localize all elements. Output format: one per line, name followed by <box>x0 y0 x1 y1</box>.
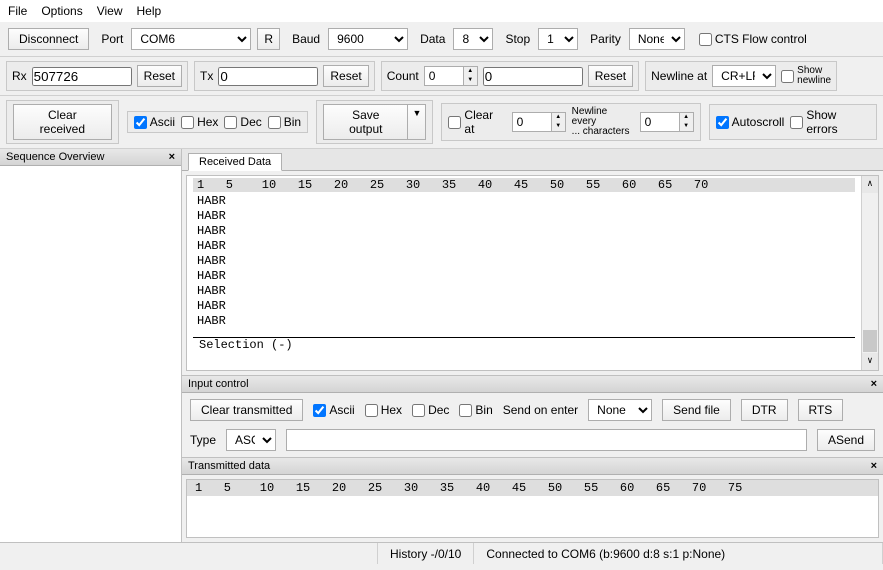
data-select[interactable]: 8 <box>453 28 493 50</box>
main-area: Sequence Overview × Received Data 1 5 10… <box>0 149 883 542</box>
rx-reset-button[interactable]: Reset <box>137 65 182 87</box>
menu-help[interactable]: Help <box>137 4 162 18</box>
close-tx-button[interactable]: × <box>871 460 877 472</box>
menu-options[interactable]: Options <box>41 4 82 18</box>
rx-bin-checkbox[interactable]: Bin <box>268 115 301 129</box>
port-label: Port <box>101 32 123 46</box>
status-history: History -/0/10 <box>378 543 474 564</box>
cts-flow-checkbox[interactable]: CTS Flow control <box>699 32 807 46</box>
newline-group: Newline at CR+LF Show newline <box>645 61 837 91</box>
spin-down-icon: ▼ <box>464 76 477 85</box>
reconnect-button[interactable]: R <box>257 28 280 50</box>
scroll-up-icon: ∧ <box>862 176 878 193</box>
newline-at-select[interactable]: CR+LF <box>712 65 776 87</box>
newline-every-spinner[interactable]: ▲▼ <box>640 112 694 132</box>
rx-group: Rx Reset <box>6 61 188 91</box>
stop-select[interactable]: 1 <box>538 28 578 50</box>
sequence-overview-body <box>0 166 181 542</box>
baud-label: Baud <box>292 32 320 46</box>
tab-received-data[interactable]: Received Data <box>188 153 282 171</box>
count-reset-button[interactable]: Reset <box>588 65 633 87</box>
clear-transmitted-button[interactable]: Clear transmitted <box>190 399 303 421</box>
counters-row: Rx Reset Tx Reset Count ▲▼ Reset Newline… <box>0 57 883 96</box>
stop-label: Stop <box>505 32 530 46</box>
tx-label: Tx <box>200 69 213 83</box>
send-on-enter-select[interactable]: None <box>588 399 652 421</box>
dtr-button[interactable]: DTR <box>741 399 788 421</box>
show-newline-checkbox[interactable]: Show newline <box>781 66 831 86</box>
type-label: Type <box>190 433 216 447</box>
transmitted-title: Transmitted data <box>188 460 270 472</box>
tx-dec-checkbox[interactable]: Dec <box>412 403 449 417</box>
transmitted-panel: Transmitted data × 1 5 10 15 20 25 30 35… <box>182 458 883 542</box>
received-ruler: 1 5 10 15 20 25 30 35 40 45 50 55 60 65 … <box>193 178 855 192</box>
newline-every-label: Newline every ... characters <box>572 107 634 137</box>
close-sidebar-button[interactable]: × <box>169 151 175 163</box>
tx-ascii-checkbox[interactable]: Ascii <box>313 403 354 417</box>
parity-select[interactable]: None <box>629 28 685 50</box>
tx-hex-checkbox[interactable]: Hex <box>365 403 402 417</box>
port-select[interactable]: COM6 <box>131 28 251 50</box>
count-field <box>483 67 583 86</box>
rx-hex-checkbox[interactable]: Hex <box>181 115 218 129</box>
send-on-enter-label: Send on enter <box>503 403 578 417</box>
input-control-panel: Input control × Clear transmitted Ascii … <box>182 376 883 458</box>
parity-label: Parity <box>590 32 621 46</box>
received-scrollbar[interactable]: ∧ ∨ <box>861 176 878 370</box>
count-spinner[interactable]: ▲▼ <box>424 66 478 86</box>
autoscroll-checkbox[interactable]: Autoscroll <box>716 115 785 129</box>
sequence-overview-panel: Sequence Overview × <box>0 149 182 542</box>
send-input[interactable] <box>286 429 807 451</box>
tx-ruler: 1 5 10 15 20 25 30 35 40 45 50 55 60 65 … <box>187 480 878 496</box>
received-lines: HABR HABR HABR HABR HABR HABR HABR HABR … <box>193 192 855 331</box>
status-bar: History -/0/10 Connected to COM6 (b:9600… <box>0 542 883 564</box>
clear-at-checkbox[interactable]: Clear at <box>448 108 505 136</box>
scroll-down-icon: ∨ <box>862 353 878 370</box>
rx-ascii-checkbox[interactable]: Ascii <box>134 115 175 129</box>
tx-lines <box>187 496 878 530</box>
asend-button[interactable]: ASend <box>817 429 875 451</box>
data-label: Data <box>420 32 445 46</box>
tx-reset-button[interactable]: Reset <box>323 65 368 87</box>
menu-file[interactable]: File <box>8 4 27 18</box>
send-file-button[interactable]: Send file <box>662 399 731 421</box>
save-output-button[interactable]: Save output▼ <box>323 104 426 140</box>
options-row: Clear received Ascii Hex Dec Bin Save ou… <box>0 96 883 149</box>
sequence-overview-title: Sequence Overview <box>6 151 104 163</box>
show-errors-checkbox[interactable]: Show errors <box>790 108 870 136</box>
close-input-button[interactable]: × <box>871 378 877 390</box>
clear-received-button[interactable]: Clear received <box>13 104 112 140</box>
menu-bar: File Options View Help <box>0 0 883 22</box>
type-select[interactable]: ASC <box>226 429 276 451</box>
status-connection: Connected to COM6 (b:9600 d:8 s:1 p:None… <box>474 543 883 564</box>
rx-count <box>32 67 132 86</box>
tx-bin-checkbox[interactable]: Bin <box>459 403 492 417</box>
rx-label: Rx <box>12 69 27 83</box>
tx-group: Tx Reset <box>194 61 375 91</box>
spin-up-icon: ▲ <box>464 67 477 76</box>
disconnect-button[interactable]: Disconnect <box>8 28 89 50</box>
count-label: Count <box>387 69 419 83</box>
baud-select[interactable]: 9600 <box>328 28 408 50</box>
selection-status: Selection (-) <box>193 337 855 352</box>
count-group: Count ▲▼ Reset <box>381 61 639 91</box>
rts-button[interactable]: RTS <box>798 399 844 421</box>
menu-view[interactable]: View <box>97 4 123 18</box>
tx-count <box>218 67 318 86</box>
input-control-title: Input control <box>188 378 249 390</box>
chevron-down-icon: ▼ <box>408 104 426 140</box>
newline-at-label: Newline at <box>651 69 707 83</box>
connection-toolbar: Disconnect Port COM6 R Baud 9600 Data 8 … <box>0 22 883 57</box>
rx-dec-checkbox[interactable]: Dec <box>224 115 261 129</box>
clear-at-spinner[interactable]: ▲▼ <box>512 112 566 132</box>
received-panel: Received Data 1 5 10 15 20 25 30 35 40 4… <box>182 149 883 376</box>
